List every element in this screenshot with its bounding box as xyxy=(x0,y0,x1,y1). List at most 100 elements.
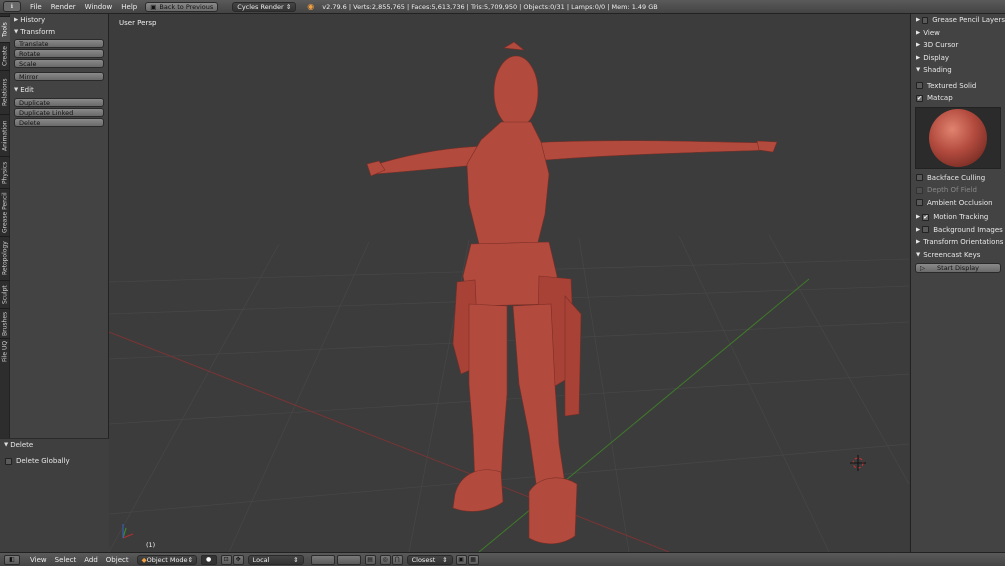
tab-brushes[interactable]: Brushes xyxy=(0,308,10,338)
back-to-previous-label: Back to Previous xyxy=(159,2,214,11)
operator-title: Delete xyxy=(10,441,34,449)
editor-type-button[interactable]: ◧ xyxy=(4,554,20,565)
ambient-occlusion-checkbox[interactable] xyxy=(916,199,923,207)
menu-add[interactable]: Add xyxy=(84,556,98,564)
delete-button[interactable]: Delete xyxy=(14,118,104,127)
view-panel-header[interactable]: ▶ View xyxy=(911,27,1005,40)
start-display-button[interactable]: ▷ Start Display xyxy=(915,263,1001,273)
menu-file[interactable]: File xyxy=(30,3,42,11)
render-animation-button[interactable]: ▦ xyxy=(467,554,479,565)
edit-panel-header[interactable]: ▼ Edit xyxy=(10,84,108,96)
grease-pencil-label: Grease Pencil Layers xyxy=(932,16,1005,25)
triangle-right-icon: ▶ xyxy=(916,17,921,24)
manipulator-icon: ✥ xyxy=(235,556,241,563)
frame-number-label: (1) xyxy=(146,541,156,549)
mode-label: Object Mode xyxy=(146,555,188,564)
proportional-icon: ◎ xyxy=(382,556,388,563)
background-images-checkbox[interactable] xyxy=(922,226,930,234)
3d-viewport[interactable]: User Persp (1) xyxy=(109,14,909,552)
duplicate-button[interactable]: Duplicate xyxy=(14,98,104,107)
matcap-preview[interactable] xyxy=(915,106,1001,169)
motion-tracking-panel-header[interactable]: ▶ ✔ Motion Tracking xyxy=(911,211,1005,224)
menu-select[interactable]: Select xyxy=(55,556,77,564)
layers-group-1[interactable] xyxy=(310,554,335,565)
textured-solid-checkbox[interactable] xyxy=(916,82,923,90)
ambient-occlusion-row[interactable]: Ambient Occlusion xyxy=(911,197,1005,210)
menu-view[interactable]: View xyxy=(30,556,47,564)
display-label: Display xyxy=(923,53,950,62)
depth-of-field-label: Depth Of Field xyxy=(927,186,977,195)
matcap-row[interactable]: ✔ Matcap xyxy=(911,92,1005,105)
history-panel-header[interactable]: ▶ History xyxy=(10,14,108,26)
snap-target-select[interactable]: Closest ⇕ xyxy=(406,554,453,565)
screencast-keys-panel-header[interactable]: ▼ Screencast Keys xyxy=(911,249,1005,262)
triangle-right-icon: ▶ xyxy=(14,17,19,23)
mirror-button[interactable]: Mirror xyxy=(14,72,104,81)
orientation-select[interactable]: Local ⇕ xyxy=(247,554,304,565)
scene-stats: v2.79.6 | Verts:2,855,765 | Faces:5,613,… xyxy=(322,2,658,11)
properties-region: ▶ Grease Pencil Layers ▶ View ▶ 3D Curso… xyxy=(910,14,1005,552)
transform-orientations-panel-header[interactable]: ▶ Transform Orientations xyxy=(911,236,1005,249)
triangle-down-icon: ▼ xyxy=(14,87,19,93)
depth-of-field-checkbox[interactable] xyxy=(916,186,923,194)
motion-tracking-checkbox[interactable]: ✔ xyxy=(922,213,930,221)
screencast-keys-label: Screencast Keys xyxy=(923,250,981,259)
render-engine-label: Cycles Render xyxy=(237,2,284,11)
viewport-canvas xyxy=(109,41,909,552)
tab-create[interactable]: Create xyxy=(0,42,10,70)
translate-button[interactable]: Translate xyxy=(14,39,104,48)
3d-view-header: ◧ View Select Add Object ◆ Object Mode ⇕… xyxy=(0,552,1005,566)
lock-layers-button[interactable]: ▤ xyxy=(364,554,376,565)
tab-physics[interactable]: Physics xyxy=(0,156,10,188)
depth-of-field-row[interactable]: Depth Of Field xyxy=(911,184,1005,197)
backface-culling-checkbox[interactable] xyxy=(916,174,923,182)
scale-button[interactable]: Scale xyxy=(14,59,104,68)
tab-sculpt[interactable]: Sculpt xyxy=(0,280,10,308)
viewport-shading-button[interactable]: ● xyxy=(200,554,217,565)
menu-window[interactable]: Window xyxy=(85,3,113,11)
matcap-checkbox[interactable]: ✔ xyxy=(916,94,923,102)
textured-solid-row[interactable]: Textured Solid xyxy=(911,80,1005,93)
render-engine-select[interactable]: Cycles Render ⇕ xyxy=(232,1,297,12)
delete-globally-row[interactable]: Delete Globally xyxy=(0,455,109,468)
display-panel-header[interactable]: ▶ Display xyxy=(911,52,1005,65)
tab-file-uq[interactable]: File UQ xyxy=(0,338,10,364)
editor-type-button[interactable]: ℹ xyxy=(3,1,21,12)
layer-buttons[interactable] xyxy=(310,554,361,565)
snap-toggle[interactable]: ⋂ xyxy=(391,554,403,565)
delete-globally-checkbox[interactable] xyxy=(5,457,12,465)
mode-select[interactable]: ◆ Object Mode ⇕ xyxy=(136,554,197,565)
manipulator-toggle[interactable]: ✥ xyxy=(232,554,244,565)
triangle-right-icon: ▶ xyxy=(916,42,921,49)
screen-icon: ▣ xyxy=(150,2,157,11)
menu-render[interactable]: Render xyxy=(51,3,76,11)
backface-culling-row[interactable]: Backface Culling xyxy=(911,172,1005,185)
tab-animation[interactable]: Animation xyxy=(0,114,10,156)
transform-panel-header[interactable]: ▼ Transform xyxy=(10,26,108,38)
back-to-previous-button[interactable]: ▣ Back to Previous xyxy=(145,1,219,12)
textured-solid-label: Textured Solid xyxy=(927,81,977,90)
rotate-button[interactable]: Rotate xyxy=(14,49,104,58)
tool-shelf: ▶ History ▼ Transform Translate Rotate S… xyxy=(0,14,109,552)
layers-group-2[interactable] xyxy=(336,554,361,565)
triangle-right-icon: ▶ xyxy=(916,214,921,221)
render-opengl-button[interactable]: ▣ xyxy=(455,554,467,565)
background-images-panel-header[interactable]: ▶ Background Images xyxy=(911,224,1005,237)
tab-relations[interactable]: Relations xyxy=(0,70,10,114)
menu-object[interactable]: Object xyxy=(106,556,129,564)
shading-panel-header[interactable]: ▼ Shading xyxy=(911,64,1005,77)
pivot-point-button[interactable]: ⊡ xyxy=(220,554,232,565)
grease-pencil-checkbox[interactable] xyxy=(922,16,929,24)
menu-help[interactable]: Help xyxy=(121,3,137,11)
operator-panel: ▼ Delete Delete Globally xyxy=(0,438,109,552)
tab-tools[interactable]: Tools xyxy=(0,16,10,42)
orientation-label: Local xyxy=(252,555,270,564)
operator-panel-header[interactable]: ▼ Delete xyxy=(0,439,109,451)
proportional-edit-button[interactable]: ◎ xyxy=(379,554,391,565)
duplicate-linked-button[interactable]: Duplicate Linked xyxy=(14,108,104,117)
3d-cursor-panel-header[interactable]: ▶ 3D Cursor xyxy=(911,39,1005,52)
tab-retopology[interactable]: Retopology xyxy=(0,236,10,280)
grease-pencil-panel-header[interactable]: ▶ Grease Pencil Layers xyxy=(911,14,1005,27)
tab-grease-pencil[interactable]: Grease Pencil xyxy=(0,188,10,236)
edit-label: Edit xyxy=(20,86,34,94)
